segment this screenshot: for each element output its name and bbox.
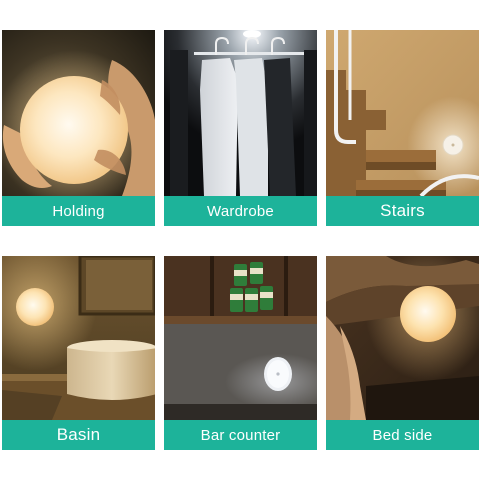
photo-bar-counter bbox=[164, 256, 317, 420]
photo-basin bbox=[2, 256, 155, 420]
photo-stairs bbox=[326, 30, 479, 196]
caption-holding: Holding bbox=[2, 196, 155, 226]
caption-basin: Basin bbox=[2, 420, 155, 450]
caption-stairs: Stairs bbox=[326, 196, 479, 226]
photo-wardrobe bbox=[164, 30, 317, 196]
tile-bar-counter: Bar counter bbox=[164, 256, 317, 450]
tile-wardrobe: Wardrobe bbox=[164, 30, 317, 228]
caption-bar-counter: Bar counter bbox=[164, 420, 317, 450]
caption-bed-side: Bed side bbox=[326, 420, 479, 450]
photo-bed-side bbox=[326, 256, 479, 420]
tile-bed-side: Bed side bbox=[326, 256, 479, 450]
photo-holding bbox=[2, 30, 155, 196]
tile-stairs: Stairs bbox=[326, 30, 479, 228]
tile-holding: Holding bbox=[2, 30, 155, 228]
tile-basin: Basin bbox=[2, 256, 155, 450]
caption-wardrobe: Wardrobe bbox=[164, 196, 317, 226]
